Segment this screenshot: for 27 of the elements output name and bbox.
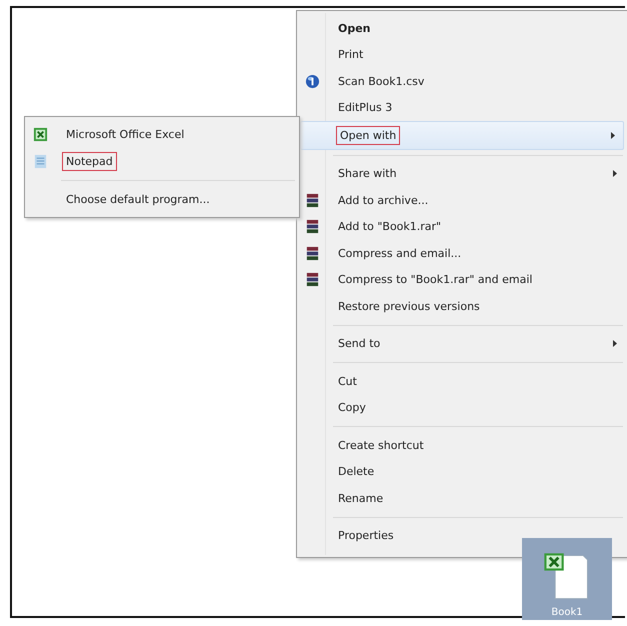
menu-item[interactable]: Choose default program... bbox=[27, 186, 297, 213]
menu-item[interactable]: EditPlus 3 bbox=[299, 94, 625, 121]
books-icon bbox=[304, 272, 320, 288]
menu-item[interactable]: Open bbox=[299, 15, 625, 42]
menu-item[interactable]: Add to archive... bbox=[299, 187, 625, 214]
menu-item[interactable]: Copy bbox=[299, 394, 625, 421]
menu-item[interactable]: Microsoft Office Excel bbox=[27, 121, 297, 148]
menu-item[interactable]: Compress to "Book1.rar" and email bbox=[299, 266, 625, 293]
menu-item[interactable]: Restore previous versions bbox=[299, 293, 625, 320]
menu-item[interactable]: Notepad bbox=[27, 148, 297, 175]
file-name: Book1 bbox=[550, 607, 584, 620]
spreadsheet-icon bbox=[32, 127, 48, 142]
menu-item[interactable]: Compress and email... bbox=[299, 240, 625, 266]
menu-item[interactable]: Cut bbox=[299, 368, 625, 394]
notepad-icon bbox=[32, 154, 48, 169]
menu-item[interactable]: Print bbox=[299, 42, 625, 68]
menu-item[interactable]: Add to "Book1.rar" bbox=[299, 214, 625, 240]
menu-item[interactable]: Delete bbox=[299, 458, 625, 485]
menu-item[interactable]: Create shortcut bbox=[299, 432, 625, 458]
menu-item[interactable]: Rename bbox=[299, 485, 625, 512]
menu-item[interactable]: Scan Book1.csv bbox=[299, 68, 625, 94]
books-icon bbox=[304, 219, 320, 234]
books-icon bbox=[304, 246, 320, 261]
menu-item[interactable]: Share with bbox=[299, 160, 625, 187]
menu-item[interactable]: Send to bbox=[299, 330, 625, 357]
menu-item[interactable]: Open with bbox=[300, 121, 624, 150]
books-icon bbox=[304, 192, 320, 208]
